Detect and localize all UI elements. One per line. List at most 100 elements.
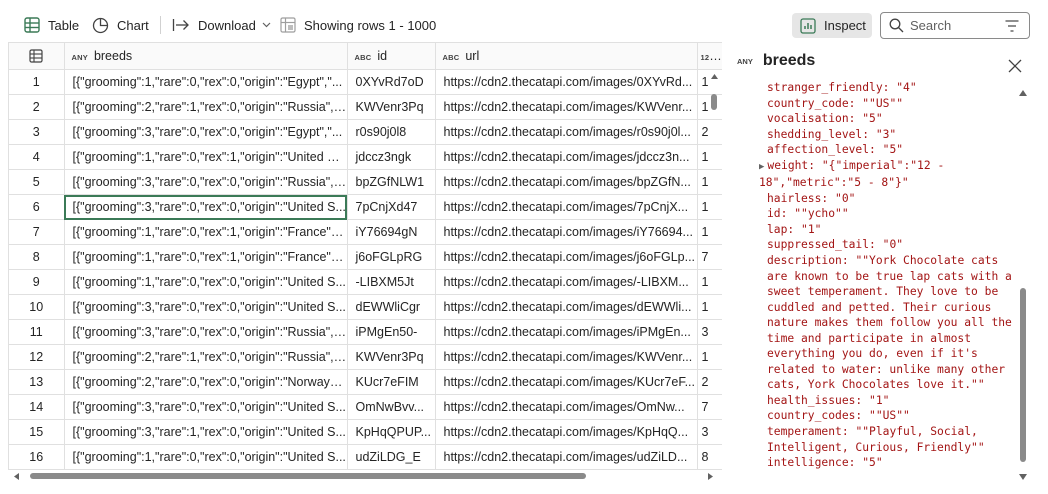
table-row[interactable]: 1 [{"grooming":1,"rare":0,"rex":0,"origin… (9, 69, 722, 95)
scroll-up-icon[interactable] (711, 74, 718, 79)
table-row[interactable]: 15 [{"grooming":3,"rare":1,"rex":0,"origi… (9, 419, 722, 445)
url-cell[interactable]: https://cdn2.thecatapi.com/images/iPMgEn… (435, 319, 698, 345)
breeds-cell[interactable]: [{"grooming":3,"rare":0,"rex":0,"origin"… (64, 294, 348, 320)
row-number-cell[interactable]: 1 (9, 69, 65, 95)
table-row[interactable]: 3 [{"grooming":3,"rare":0,"rex":0,"origin… (9, 119, 722, 145)
breeds-cell[interactable]: [{"grooming":3,"rare":0,"rex":0,"origin"… (64, 119, 348, 145)
table-row[interactable]: 8 [{"grooming":1,"rare":0,"rex":1,"origin… (9, 244, 722, 270)
row-number-cell[interactable]: 4 (9, 144, 65, 170)
url-cell[interactable]: https://cdn2.thecatapi.com/images/jdccz3… (435, 144, 698, 170)
json-entry[interactable]: ▶ weight: "{"imperial":"12 - 18","metric"… (759, 158, 1021, 191)
id-cell[interactable]: udZiLDG_E (347, 444, 436, 470)
close-panel-button[interactable] (1007, 58, 1023, 74)
column-header-url[interactable]: ABC url (435, 42, 698, 70)
breeds-cell[interactable]: [{"grooming":3,"rare":0,"rex":0,"origin"… (64, 169, 348, 195)
table-row[interactable]: 5 [{"grooming":3,"rare":0,"rex":0,"origin… (9, 169, 722, 195)
id-cell[interactable]: KWVenr3Pq (347, 94, 436, 120)
row-number-cell[interactable]: 6 (9, 194, 65, 220)
inspect-button[interactable]: Inspect (792, 13, 872, 38)
row-number-cell[interactable]: 12 (9, 344, 65, 370)
table-row[interactable]: 7 [{"grooming":1,"rare":0,"rex":1,"origin… (9, 219, 722, 245)
row-number-cell[interactable]: 3 (9, 119, 65, 145)
breeds-cell[interactable]: [{"grooming":1,"rare":0,"rex":1,"origin"… (64, 244, 348, 270)
id-cell[interactable]: jdccz3ngk (347, 144, 436, 170)
breeds-cell[interactable]: [{"grooming":1,"rare":0,"rex":0,"origin"… (64, 444, 348, 470)
column-header-breeds[interactable]: ANY breeds (64, 42, 348, 70)
url-cell[interactable]: https://cdn2.thecatapi.com/images/0XYvRd… (435, 69, 698, 95)
table-row[interactable]: 9 [{"grooming":1,"rare":0,"rex":0,"origin… (9, 269, 722, 295)
row-number-cell[interactable]: 5 (9, 169, 65, 195)
breeds-cell[interactable]: [{"grooming":3,"rare":0,"rex":0,"origin"… (64, 319, 348, 345)
grid-horizontal-scroll-thumb[interactable] (30, 473, 586, 479)
inspect-scroll-thumb[interactable] (1020, 288, 1026, 462)
breeds-cell[interactable]: [{"grooming":1,"rare":0,"rex":1,"origin"… (64, 219, 348, 245)
table-row[interactable]: 11 [{"grooming":3,"rare":0,"rex":0,"origi… (9, 319, 722, 345)
url-cell[interactable]: https://cdn2.thecatapi.com/images/r0s90j… (435, 119, 698, 145)
id-cell[interactable]: dEWWliCgr (347, 294, 436, 320)
id-cell[interactable]: iY76694gN (347, 219, 436, 245)
id-cell[interactable]: iPMgEn50- (347, 319, 436, 345)
id-cell[interactable]: j6oFGLpRG (347, 244, 436, 270)
table-view-button[interactable]: Table (24, 14, 79, 36)
breeds-cell[interactable]: [{"grooming":2,"rare":1,"rex":0,"origin"… (64, 94, 348, 120)
grid-horizontal-scrollbar[interactable] (8, 470, 722, 482)
expand-caret-icon[interactable]: ▶ (759, 162, 764, 172)
search-box[interactable] (880, 12, 1030, 39)
row-number-cell[interactable]: 2 (9, 94, 65, 120)
column-header-w[interactable]: 123w (697, 42, 722, 70)
table-row[interactable]: 14 [{"grooming":3,"rare":0,"rex":0,"origi… (9, 394, 722, 420)
breeds-cell[interactable]: [{"grooming":1,"rare":0,"rex":0,"origin"… (64, 69, 348, 95)
inspect-scrollbar[interactable] (1017, 88, 1029, 484)
row-number-cell[interactable]: 14 (9, 394, 65, 420)
row-number-cell[interactable]: 15 (9, 419, 65, 445)
id-cell[interactable]: KWVenr3Pq (347, 344, 436, 370)
table-row[interactable]: 16 [{"grooming":1,"rare":0,"rex":0,"origi… (9, 444, 722, 470)
url-cell[interactable]: https://cdn2.thecatapi.com/images/KWVenr… (435, 94, 698, 120)
id-cell[interactable]: 7pCnjXd47 (347, 194, 436, 220)
url-cell[interactable]: https://cdn2.thecatapi.com/images/dEWWli… (435, 294, 698, 320)
filter-icon[interactable] (1005, 20, 1019, 32)
url-cell[interactable]: https://cdn2.thecatapi.com/images/KUcr7e… (435, 369, 698, 395)
breeds-cell[interactable]: [{"grooming":2,"rare":1,"rex":0,"origin"… (64, 344, 348, 370)
url-cell[interactable]: https://cdn2.thecatapi.com/images/KWVenr… (435, 344, 698, 370)
url-cell[interactable]: https://cdn2.thecatapi.com/images/j6oFGL… (435, 244, 698, 270)
breeds-cell[interactable]: [{"grooming":2,"rare":0,"rex":0,"origin"… (64, 369, 348, 395)
row-number-cell[interactable]: 7 (9, 219, 65, 245)
chart-view-button[interactable]: Chart (92, 14, 149, 36)
id-cell[interactable]: r0s90j0l8 (347, 119, 436, 145)
panel-scroll-down-icon[interactable] (1019, 474, 1027, 480)
download-button[interactable]: Download (172, 14, 271, 36)
grid-vertical-scroll-thumb[interactable] (711, 94, 717, 110)
table-row[interactable]: 4 [{"grooming":1,"rare":0,"rex":1,"origin… (9, 144, 722, 170)
table-row[interactable]: 13 [{"grooming":2,"rare":0,"rex":0,"origi… (9, 369, 722, 395)
id-cell[interactable]: bpZGfNLW1 (347, 169, 436, 195)
url-cell[interactable]: https://cdn2.thecatapi.com/images/KpHqQ.… (435, 419, 698, 445)
id-cell[interactable]: 0XYvRd7oD (347, 69, 436, 95)
url-cell[interactable]: https://cdn2.thecatapi.com/images/7pCnjX… (435, 194, 698, 220)
row-number-cell[interactable]: 8 (9, 244, 65, 270)
row-number-cell[interactable]: 16 (9, 444, 65, 470)
url-cell[interactable]: https://cdn2.thecatapi.com/images/udZiLD… (435, 444, 698, 470)
breeds-cell[interactable]: [{"grooming":1,"rare":0,"rex":1,"origin"… (64, 144, 348, 170)
column-header-id[interactable]: ABC id (347, 42, 436, 70)
url-cell[interactable]: https://cdn2.thecatapi.com/images/bpZGfN… (435, 169, 698, 195)
id-cell[interactable]: -LIBXM5Jt (347, 269, 436, 295)
row-number-cell[interactable]: 11 (9, 319, 65, 345)
search-input[interactable] (910, 18, 1002, 33)
url-cell[interactable]: https://cdn2.thecatapi.com/images/-LIBXM… (435, 269, 698, 295)
row-number-cell[interactable]: 13 (9, 369, 65, 395)
breeds-cell[interactable]: [{"grooming":3,"rare":1,"rex":0,"origin"… (64, 419, 348, 445)
scroll-right-icon[interactable] (708, 473, 713, 480)
id-cell[interactable]: KUcr7eFIM (347, 369, 436, 395)
url-cell[interactable]: https://cdn2.thecatapi.com/images/iY7669… (435, 219, 698, 245)
table-row[interactable]: 6 [{"grooming":3,"rare":0,"rex":0,"origin… (9, 194, 722, 220)
table-row[interactable]: 10 [{"grooming":3,"rare":0,"rex":0,"origi… (9, 294, 722, 320)
id-cell[interactable]: OmNwBvv... (347, 394, 436, 420)
grid-vertical-scrollbar[interactable] (708, 70, 720, 468)
breeds-cell[interactable]: [{"grooming":3,"rare":0,"rex":0,"origin"… (64, 394, 348, 420)
breeds-cell[interactable]: [{"grooming":3,"rare":0,"rex":0,"origin"… (64, 194, 348, 220)
row-number-cell[interactable]: 9 (9, 269, 65, 295)
panel-scroll-up-icon[interactable] (1019, 90, 1027, 96)
table-row[interactable]: 12 [{"grooming":2,"rare":1,"rex":0,"origi… (9, 344, 722, 370)
table-row[interactable]: 2 [{"grooming":2,"rare":1,"rex":0,"origin… (9, 94, 722, 120)
